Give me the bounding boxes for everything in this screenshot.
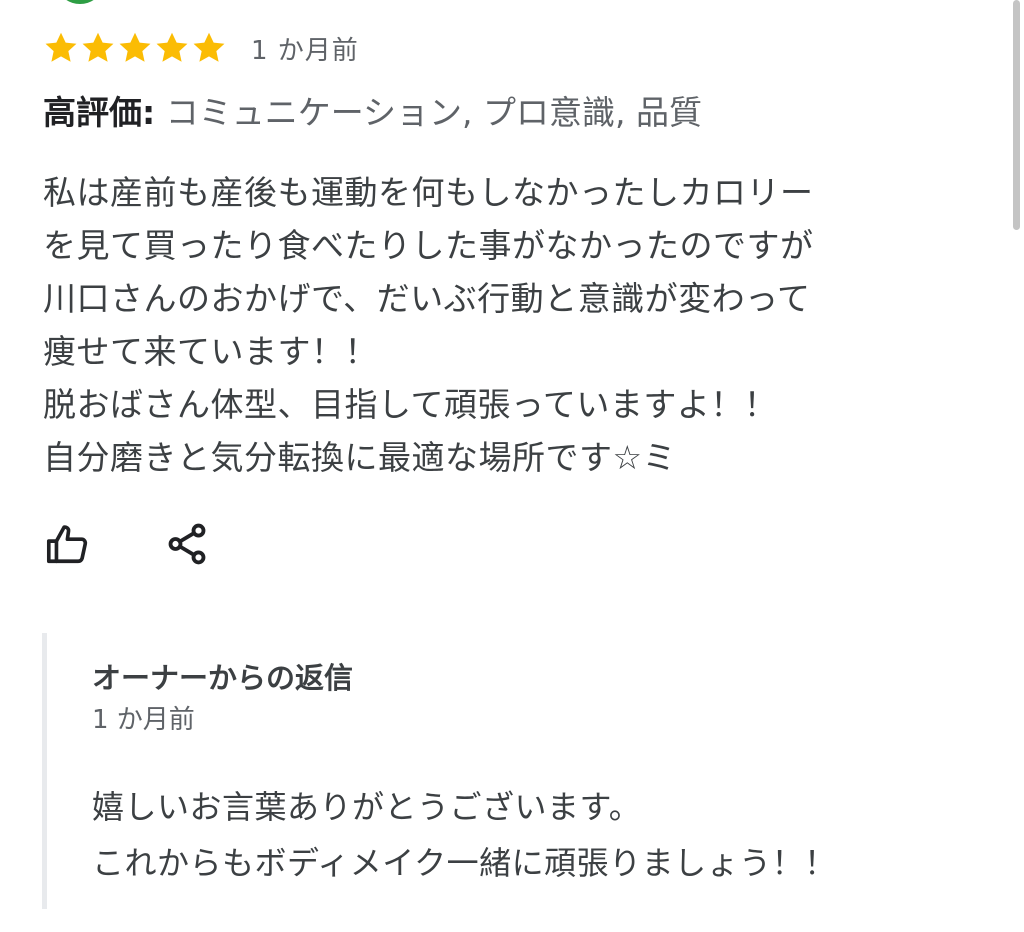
star-icon	[154, 30, 190, 66]
highlights-label: 高評価:	[43, 93, 156, 132]
owner-reply: オーナーからの返信 1 か月前 嬉しいお言葉ありがとうございます。 これからもボ…	[42, 633, 947, 909]
share-button[interactable]	[163, 522, 211, 570]
scrollbar-thumb[interactable]	[1013, 0, 1020, 230]
rating-row: 1 か月前	[43, 26, 359, 70]
share-icon	[164, 521, 210, 571]
star-icon	[80, 30, 116, 66]
star-rating	[43, 30, 227, 66]
review-page: 1 か月前 高評価: コミュニケーション, プロ意識, 品質 私は産前も産後も運…	[0, 0, 1024, 932]
owner-reply-line: 嬉しいお言葉ありがとうございます。	[92, 788, 642, 826]
owner-reply-line: これからもボディメイク一緒に頑張りましょう！！	[92, 844, 837, 882]
highlights-values: コミュニケーション, プロ意識, 品質	[165, 93, 703, 132]
review-text-line: 自分磨きと気分転換に最適な場所です☆ミ	[43, 438, 677, 477]
like-button[interactable]	[43, 522, 91, 570]
review-highlights: 高評価: コミュニケーション, プロ意識, 品質	[43, 88, 702, 138]
review-date: 1 か月前	[251, 35, 359, 66]
star-icon	[117, 30, 153, 66]
review-text-line: 私は産前も産後も運動を何もしなかったしカロリー	[43, 173, 814, 212]
star-icon	[191, 30, 227, 66]
review-text-line: 川口さんのおかげで、だいぶ行動と意識が変わって	[43, 279, 811, 318]
reviewer-avatar[interactable]	[60, 0, 100, 4]
owner-reply-title: オーナーからの返信	[92, 661, 354, 695]
review-text-line: 痩せて来ています！！	[43, 332, 378, 371]
star-icon	[43, 30, 79, 66]
review-text-line: 脱おばさん体型、目指して頑張っていますよ！！	[43, 385, 778, 424]
owner-reply-date: 1 か月前	[92, 705, 195, 735]
review-text: 私は産前も産後も運動を何もしなかったしカロリー を見て買ったり食べたりした事がな…	[43, 166, 923, 484]
owner-reply-text: 嬉しいお言葉ありがとうございます。 これからもボディメイク一緒に頑張りましょう！…	[92, 779, 837, 891]
review-actions	[43, 522, 211, 570]
review-text-line: を見て買ったり食べたりした事がなかったのですが	[43, 226, 814, 265]
thumbs-up-icon	[44, 521, 90, 571]
